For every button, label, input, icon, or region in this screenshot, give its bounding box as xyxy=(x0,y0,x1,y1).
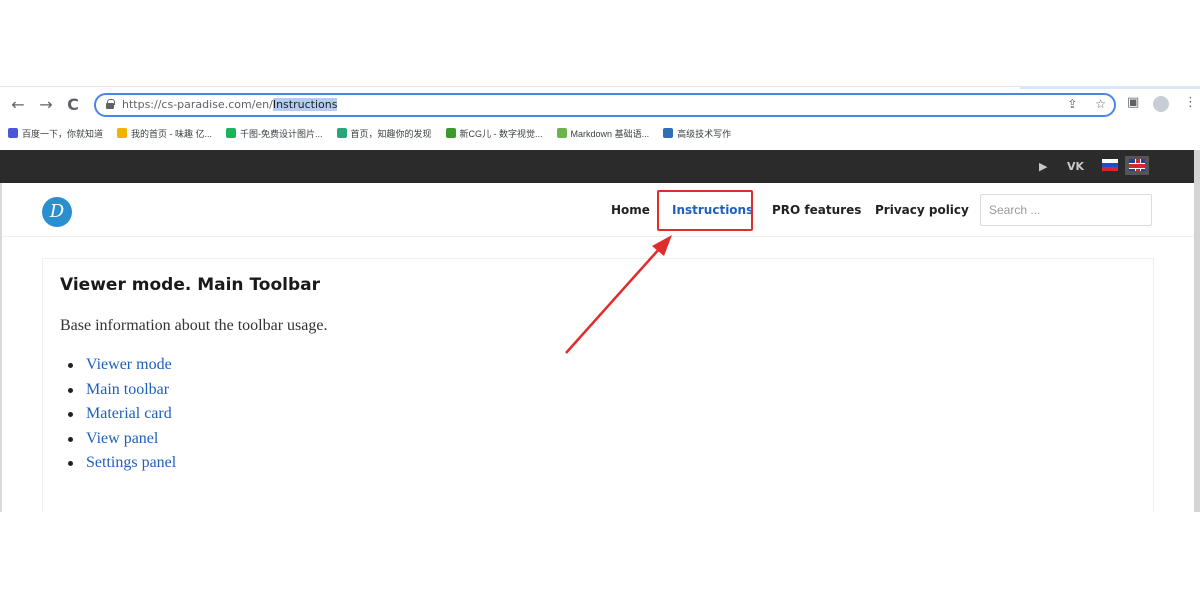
russian-flag-icon[interactable] xyxy=(1102,159,1118,171)
english-language-button[interactable] xyxy=(1125,156,1149,175)
nav-privacy-policy[interactable]: Privacy policy xyxy=(875,203,969,217)
back-icon[interactable]: ← xyxy=(8,95,28,115)
share-icon[interactable]: ⇪ xyxy=(1067,97,1077,111)
bookmark-item[interactable]: 首页，知趣你的发现 xyxy=(336,124,432,142)
bookmark-item[interactable]: 高级技术写作 xyxy=(663,124,731,142)
bookmark-label: 新CG儿 - 数字视觉... xyxy=(459,128,543,139)
address-bar[interactable]: https://cs-paradise.com/en/Instructions … xyxy=(94,93,1116,117)
bookmark-item[interactable]: 千图-免费设计图片... xyxy=(226,124,323,142)
bookmark-favicon-icon xyxy=(336,128,347,138)
list-item: Settings panel xyxy=(66,452,176,477)
bookmark-item[interactable]: 我的首页 - 味趣 亿... xyxy=(117,124,212,142)
list-item: View panel xyxy=(66,428,176,453)
list-item: Main toolbar xyxy=(66,379,176,404)
forward-icon[interactable]: → xyxy=(36,95,56,115)
bookmark-favicon-icon xyxy=(663,128,674,138)
page-title: Viewer mode. Main Toolbar xyxy=(60,275,321,295)
side-panel-icon[interactable]: ▣ xyxy=(1127,95,1139,110)
bookmark-label: 千图-免费设计图片... xyxy=(240,128,323,139)
nav-home[interactable]: Home xyxy=(611,203,650,217)
url-text[interactable]: https://cs-paradise.com/en/Instructions xyxy=(122,98,338,111)
bookmark-favicon-icon xyxy=(117,128,128,138)
url-prefix: https://cs-paradise.com/en/ xyxy=(122,98,273,111)
annotation-highlight-box xyxy=(657,190,753,231)
toc-list: Viewer mode Main toolbar Material card V… xyxy=(66,354,176,477)
lock-icon[interactable] xyxy=(106,99,115,109)
bookmark-label: 百度一下，你就知道 xyxy=(22,128,104,139)
bookmark-star-icon[interactable]: ☆ xyxy=(1095,97,1106,111)
menu-icon[interactable]: ⋮ xyxy=(1184,95,1197,110)
search-input[interactable] xyxy=(980,194,1152,226)
annotation-arrow-head xyxy=(652,235,672,256)
bookmark-label: Markdown 基础语... xyxy=(570,128,650,139)
link-settings-panel[interactable]: Settings panel xyxy=(86,454,176,471)
list-item: Viewer mode xyxy=(66,354,176,379)
vk-icon[interactable]: VK xyxy=(1067,160,1084,173)
link-viewer-mode[interactable]: Viewer mode xyxy=(86,356,172,373)
site-logo[interactable]: D xyxy=(42,197,72,227)
page-description: Base information about the toolbar usage… xyxy=(60,317,328,334)
youtube-icon[interactable]: ▶ xyxy=(1039,160,1047,173)
reload-icon[interactable]: C xyxy=(63,95,83,115)
profile-avatar[interactable] xyxy=(1153,96,1169,112)
list-item: Material card xyxy=(66,403,176,428)
page-scrollbar[interactable] xyxy=(1194,150,1200,512)
tab-strip xyxy=(1020,86,1200,89)
bookmarks-bar: 百度一下，你就知道 我的首页 - 味趣 亿... 千图-免费设计图片... 首页… xyxy=(8,124,731,142)
link-main-toolbar[interactable]: Main toolbar xyxy=(86,381,169,398)
bookmark-label: 高级技术写作 xyxy=(677,128,732,139)
link-material-card[interactable]: Material card xyxy=(86,405,172,422)
bookmark-label: 我的首页 - 味趣 亿... xyxy=(131,128,213,139)
bookmark-item[interactable]: 新CG儿 - 数字视觉... xyxy=(445,124,543,142)
site-topbar xyxy=(0,150,1200,183)
link-view-panel[interactable]: View panel xyxy=(86,430,158,447)
bookmark-item[interactable]: Markdown 基础语... xyxy=(556,124,650,142)
uk-flag-icon xyxy=(1129,159,1145,171)
bookmark-item[interactable]: 百度一下，你就知道 xyxy=(8,124,103,142)
bookmark-label: 首页，知趣你的发现 xyxy=(350,128,432,139)
bookmark-favicon-icon xyxy=(556,128,567,138)
bookmark-favicon-icon xyxy=(226,128,237,138)
content-card xyxy=(42,258,1154,512)
nav-pro-features[interactable]: PRO features xyxy=(772,203,861,217)
bookmark-favicon-icon xyxy=(8,128,18,138)
bookmark-favicon-icon xyxy=(445,128,456,138)
url-selected: Instructions xyxy=(272,98,338,111)
